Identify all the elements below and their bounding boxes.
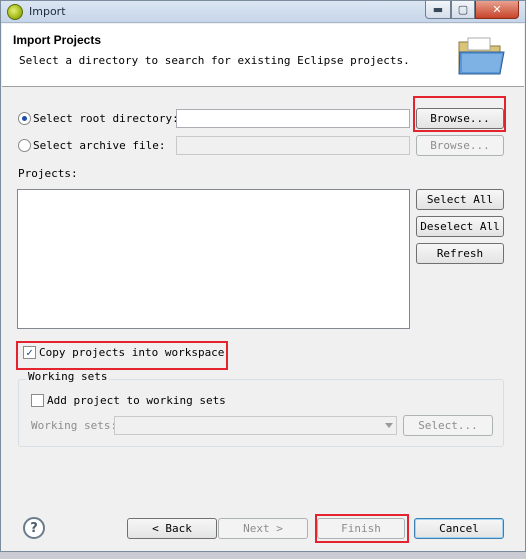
refresh-button[interactable]: Refresh bbox=[416, 243, 504, 264]
window-controls: ▬ ▢ ✕ bbox=[425, 1, 519, 19]
wizard-header: Import Projects Select a directory to se… bbox=[2, 24, 524, 87]
eclipse-icon bbox=[7, 4, 23, 20]
help-icon[interactable]: ? bbox=[23, 517, 45, 539]
taskbar-strip bbox=[0, 552, 526, 559]
next-button[interactable]: Next > bbox=[218, 518, 308, 539]
root-directory-radio[interactable] bbox=[18, 112, 31, 125]
title-bar[interactable]: Import ▬ ▢ ✕ bbox=[1, 1, 525, 23]
chevron-down-icon bbox=[385, 423, 393, 428]
deselect-all-button[interactable]: Deselect All bbox=[416, 216, 504, 237]
projects-list[interactable] bbox=[17, 189, 410, 329]
root-directory-input[interactable] bbox=[176, 109, 410, 128]
maximize-button[interactable]: ▢ bbox=[451, 1, 475, 19]
close-button[interactable]: ✕ bbox=[475, 1, 519, 19]
add-to-working-sets-label: Add project to working sets bbox=[47, 394, 226, 407]
working-sets-field-label: Working sets: bbox=[31, 419, 118, 432]
select-all-button[interactable]: Select All bbox=[416, 189, 504, 210]
projects-label: Projects: bbox=[18, 167, 78, 180]
page-description: Select a directory to search for existin… bbox=[19, 54, 410, 67]
working-sets-group bbox=[18, 379, 504, 447]
working-sets-select-button[interactable]: Select... bbox=[403, 415, 493, 436]
window-title: Import bbox=[29, 5, 66, 18]
highlight-browse bbox=[413, 96, 506, 132]
open-folder-icon bbox=[458, 37, 505, 75]
archive-file-label: Select archive file: bbox=[33, 139, 166, 152]
import-dialog: Import ▬ ▢ ✕ Import Projects Select a di… bbox=[0, 0, 526, 552]
minimize-button[interactable]: ▬ bbox=[425, 1, 451, 19]
cancel-button[interactable]: Cancel bbox=[414, 518, 504, 539]
highlight-copy-option bbox=[16, 341, 228, 370]
root-directory-label: Select root directory: bbox=[33, 112, 179, 125]
browse-archive-button[interactable]: Browse... bbox=[416, 135, 504, 156]
back-button[interactable]: < Back bbox=[127, 518, 217, 539]
page-title: Import Projects bbox=[13, 33, 102, 47]
working-sets-title: Working sets bbox=[26, 370, 110, 383]
add-to-working-sets-checkbox[interactable] bbox=[31, 394, 44, 407]
archive-file-radio[interactable] bbox=[18, 139, 31, 152]
highlight-finish bbox=[315, 514, 409, 543]
archive-file-input[interactable] bbox=[176, 136, 410, 155]
working-sets-combo[interactable] bbox=[114, 416, 397, 435]
